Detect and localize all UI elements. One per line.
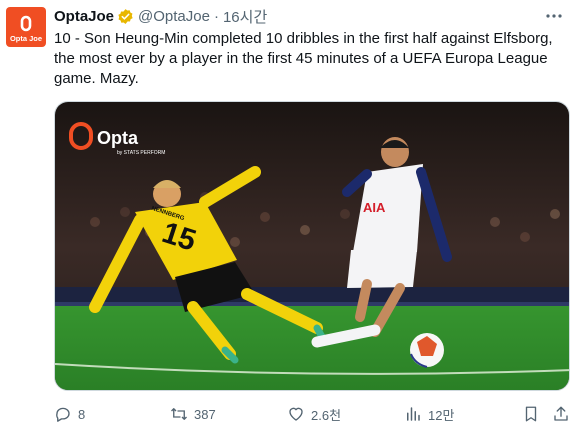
football-icon: [410, 333, 444, 368]
reply-icon: [56, 407, 70, 422]
reply-count: 8: [78, 406, 86, 422]
like-button[interactable]: 2.6천: [287, 402, 341, 426]
tweet-photo[interactable]: Opta by STATS PERFORM 15 NENNBERG AIA: [54, 101, 570, 391]
repost-icon: [171, 408, 187, 420]
like-count: 2.6천: [311, 407, 342, 423]
user-handle[interactable]: @OptaJoe: [138, 8, 210, 25]
tweet-text-line: the most ever by a player in the first 4…: [54, 50, 548, 67]
sponsor-text: AIA: [363, 200, 386, 215]
share-icon: [554, 406, 568, 421]
tweet-header: OptaJoe @OptaJoe · 16시간: [54, 6, 267, 26]
display-name[interactable]: OptaJoe: [54, 8, 114, 25]
tweet-actions: 8 387 2.6천 12만: [54, 402, 574, 426]
tweet-text-line: game. Mazy.: [54, 70, 139, 87]
heart-icon: [289, 407, 303, 421]
watermark-sub: by STATS PERFORM: [117, 150, 165, 156]
views-button[interactable]: 12만: [404, 402, 454, 426]
verified-badge-icon: [117, 8, 134, 25]
share-button[interactable]: [552, 402, 576, 426]
bookmark-icon: [525, 406, 537, 422]
optajoe-logo-icon: Opta Joe: [6, 7, 46, 47]
repost-count: 387: [194, 406, 216, 422]
analytics-icon: [407, 407, 420, 421]
timestamp[interactable]: 16시간: [223, 6, 267, 27]
avatar[interactable]: Opta Joe: [6, 7, 46, 47]
watermark-brand: Opta: [97, 128, 139, 148]
separator-dot: ·: [213, 7, 219, 25]
more-options-icon[interactable]: [545, 8, 563, 24]
football-match-photo: Opta by STATS PERFORM 15 NENNBERG AIA: [55, 102, 569, 390]
repost-button[interactable]: 387: [170, 402, 216, 426]
tweet-text-line: 10 - Son Heung-Min completed 10 dribbles…: [54, 30, 553, 47]
reply-button[interactable]: 8: [54, 402, 85, 426]
view-count: 12만: [428, 407, 455, 423]
avatar-label: Opta Joe: [10, 34, 42, 43]
tweet-text: 10 - Son Heung-Min completed 10 dribbles…: [54, 29, 566, 89]
bookmark-button[interactable]: [522, 402, 546, 426]
